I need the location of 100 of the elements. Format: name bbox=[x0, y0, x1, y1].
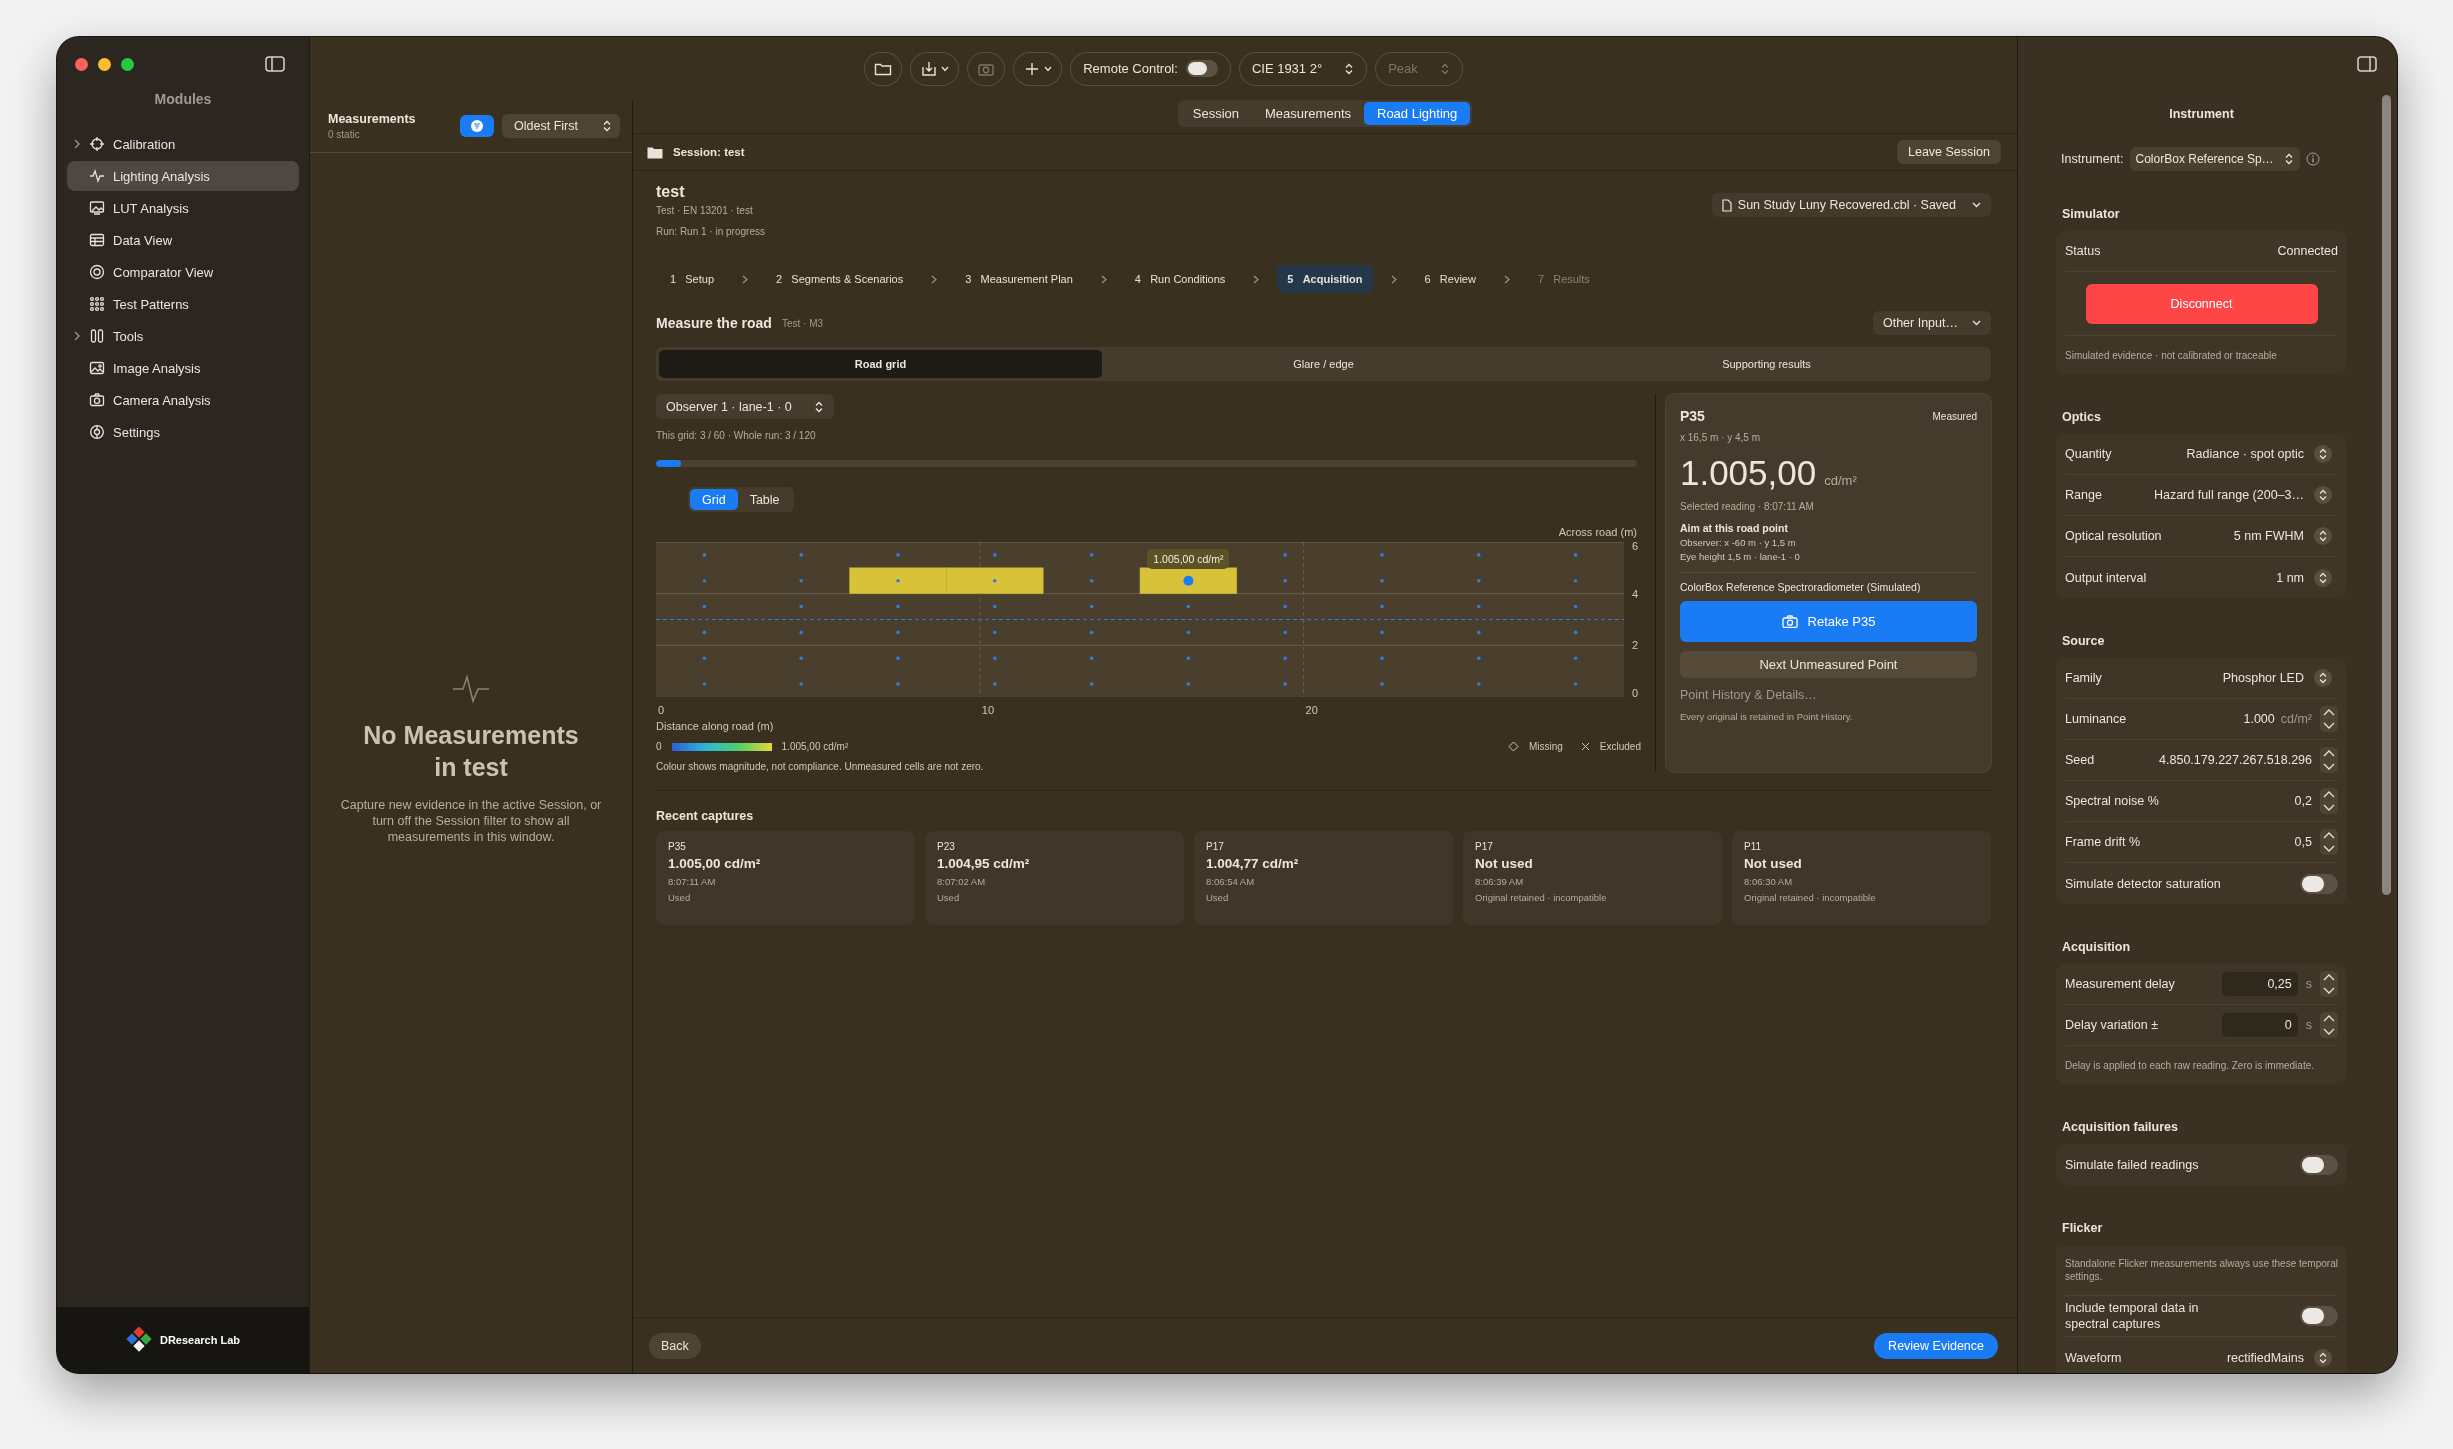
grid-point[interactable] bbox=[1380, 604, 1384, 609]
measured-cell[interactable] bbox=[1139, 567, 1238, 594]
grid-point[interactable] bbox=[1573, 630, 1578, 635]
grid-point[interactable] bbox=[1089, 553, 1094, 557]
grid-point[interactable] bbox=[1477, 578, 1481, 583]
grid-point[interactable] bbox=[1477, 553, 1481, 557]
window-zoom-button[interactable] bbox=[121, 57, 134, 71]
grid-point[interactable] bbox=[1089, 578, 1094, 583]
grid-point[interactable] bbox=[1380, 656, 1384, 661]
grid-point[interactable] bbox=[993, 604, 997, 609]
grid-point[interactable] bbox=[993, 630, 997, 635]
grid-point[interactable] bbox=[896, 553, 900, 557]
grid-point[interactable] bbox=[993, 656, 997, 661]
review-evidence-button[interactable]: Review Evidence bbox=[1874, 1332, 1998, 1359]
download-button[interactable] bbox=[911, 52, 959, 85]
grid-point[interactable] bbox=[1186, 604, 1191, 609]
file-picker[interactable]: Sun Study Luny Recovered.cbl · Saved bbox=[1711, 193, 1991, 217]
grid-point[interactable] bbox=[993, 682, 997, 686]
stepper-control[interactable] bbox=[2320, 829, 2338, 855]
grid-point[interactable] bbox=[1477, 604, 1481, 609]
grid-point[interactable] bbox=[1573, 578, 1578, 583]
stepper-control[interactable] bbox=[2320, 747, 2338, 773]
stepper-control[interactable] bbox=[2320, 1012, 2338, 1038]
grid-point[interactable] bbox=[1283, 682, 1287, 686]
grid-point[interactable] bbox=[1283, 630, 1287, 635]
grid-point[interactable] bbox=[1089, 682, 1094, 686]
grid-point[interactable] bbox=[1186, 656, 1191, 661]
grid-point[interactable] bbox=[1186, 630, 1191, 635]
history-link[interactable]: Point History & Details… bbox=[1679, 688, 1817, 702]
sidebar-item[interactable]: Lighting Analysis bbox=[67, 161, 299, 191]
grid-point[interactable] bbox=[1573, 553, 1578, 557]
sidebar-item[interactable]: Test Patterns bbox=[67, 289, 299, 319]
remote-control-switch[interactable]: Remote Control: bbox=[1071, 52, 1230, 85]
mode-tab[interactable]: Road Lighting bbox=[1364, 102, 1471, 125]
measured-cell[interactable] bbox=[946, 567, 1044, 594]
window-close-button[interactable] bbox=[75, 57, 88, 71]
back-button[interactable]: Back bbox=[649, 1332, 701, 1359]
sidebar-item[interactable]: Image Analysis bbox=[67, 353, 299, 383]
grid-point[interactable] bbox=[1477, 656, 1481, 661]
grid-point[interactable] bbox=[993, 578, 997, 583]
grid-point[interactable] bbox=[1283, 578, 1287, 583]
grid-point[interactable] bbox=[1089, 630, 1094, 635]
grid-point[interactable] bbox=[1089, 604, 1094, 609]
grid-point[interactable] bbox=[702, 604, 707, 609]
sidebar-item[interactable]: Camera Analysis bbox=[67, 385, 299, 415]
grid-point[interactable] bbox=[1089, 656, 1094, 661]
grid-point[interactable] bbox=[1380, 578, 1384, 583]
grid-point[interactable] bbox=[1380, 682, 1384, 686]
grid-point[interactable] bbox=[1283, 656, 1287, 661]
mode-tab[interactable]: Session bbox=[1179, 102, 1252, 125]
grid-point[interactable] bbox=[993, 553, 997, 557]
filter-button[interactable] bbox=[460, 115, 495, 137]
input-field[interactable]: 0,25 bbox=[2221, 972, 2298, 996]
view-tab[interactable]: Supporting results bbox=[1545, 350, 1988, 378]
grid-point[interactable] bbox=[799, 682, 803, 686]
grid-point[interactable] bbox=[1573, 656, 1578, 661]
stepper-control[interactable] bbox=[2320, 788, 2338, 814]
view-tab[interactable]: Glare / edge bbox=[1102, 350, 1545, 378]
value-picker[interactable]: 5 nm FWHM bbox=[2227, 526, 2338, 546]
grid-point[interactable] bbox=[1380, 630, 1384, 635]
selected-point[interactable] bbox=[1183, 575, 1194, 586]
grid-point[interactable] bbox=[1186, 682, 1191, 686]
grid-point[interactable] bbox=[799, 604, 803, 609]
input-menu-button[interactable]: Other Input… bbox=[1872, 311, 1991, 335]
value-picker[interactable]: Hazard full range (200–3… bbox=[2147, 485, 2338, 505]
step-tab[interactable]: 5 Acquisition bbox=[1277, 265, 1373, 293]
grid-point[interactable] bbox=[799, 630, 803, 635]
window-minimize-button[interactable] bbox=[98, 57, 111, 71]
grid-point[interactable] bbox=[1477, 630, 1481, 635]
grid-point[interactable] bbox=[1573, 604, 1578, 609]
grid-point[interactable] bbox=[1283, 604, 1287, 609]
value-picker[interactable]: rectifiedMains bbox=[2220, 1347, 2338, 1368]
stepper-control[interactable] bbox=[2320, 971, 2338, 997]
sidebar-item[interactable]: Comparator View bbox=[67, 257, 299, 287]
sidebar-item[interactable]: Data View bbox=[67, 225, 299, 255]
view-mode-tab[interactable]: Table bbox=[737, 489, 792, 510]
grid-point[interactable] bbox=[702, 553, 707, 557]
grid-point[interactable] bbox=[1283, 553, 1287, 557]
value-picker[interactable]: 1 nm bbox=[2270, 567, 2338, 588]
value-picker[interactable]: Radiance · spot optic bbox=[2180, 444, 2338, 464]
capture-card[interactable]: P17 1.004,77 cd/m² 8:06:54 AM Used bbox=[1194, 831, 1453, 925]
grid-point[interactable] bbox=[1573, 682, 1578, 686]
toggle-switch[interactable] bbox=[2300, 1306, 2338, 1326]
grid-point[interactable] bbox=[799, 578, 803, 583]
sidebar-toggle-icon[interactable] bbox=[265, 56, 285, 72]
grid-point[interactable] bbox=[702, 656, 707, 661]
step-tab[interactable]: 3 Measurement Plan bbox=[955, 265, 1083, 293]
observer-picker[interactable]: Observer 1 · lane-1 · 0 bbox=[656, 394, 834, 419]
grid-point[interactable] bbox=[896, 656, 900, 661]
capture-card[interactable]: P11 Not used 8:06:30 AM Original retained · incompatible bbox=[1732, 831, 1991, 925]
grid-point[interactable] bbox=[702, 578, 707, 583]
sidebar-item[interactable]: Calibration bbox=[67, 129, 299, 159]
info-icon[interactable] bbox=[2305, 152, 2320, 166]
input-field[interactable]: 0 bbox=[2221, 1013, 2298, 1037]
instrument-picker[interactable]: ColorBox Reference Sp… bbox=[2129, 147, 2300, 171]
capture-card[interactable]: P23 1.004,95 cd/m² 8:07:02 AM Used bbox=[925, 831, 1184, 925]
grid-point[interactable] bbox=[799, 656, 803, 661]
sort-picker[interactable]: Oldest First bbox=[502, 114, 620, 138]
measured-cell[interactable] bbox=[849, 567, 947, 594]
grid-point[interactable] bbox=[896, 604, 900, 609]
